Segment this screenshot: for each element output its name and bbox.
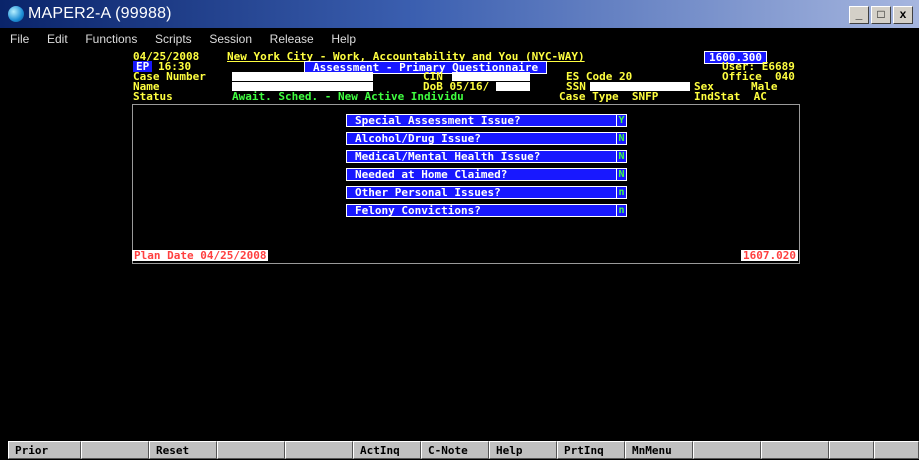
question-row: Needed at Home Claimed? N [346,168,627,181]
question-label: Felony Convictions? [355,204,481,217]
minimize-button[interactable]: _ [849,6,869,24]
actinq-button[interactable]: ActInq [353,441,421,459]
question-label: Medical/Mental Health Issue? [355,150,541,163]
function-key-empty[interactable] [285,441,353,459]
function-key-bar: Prior Reset ActInq C-Note Help PrtInq Mn… [0,441,919,460]
c-note-button[interactable]: C-Note [421,441,489,459]
answer-field[interactable]: N [616,151,626,162]
title-bar[interactable]: MAPER2-A (99988) _ □ x [0,0,919,28]
answer-field[interactable]: n [616,205,626,216]
maximize-button[interactable]: □ [871,6,891,24]
terminal-screen: 04/25/2008 New York City - Work, Account… [0,46,919,438]
question-label: Needed at Home Claimed? [355,168,508,181]
indstat: IndStat AC [694,90,767,103]
prtinq-button[interactable]: PrtInq [557,441,625,459]
answer-field[interactable]: N [616,133,626,144]
answer-field[interactable]: Y [616,115,626,126]
function-key-empty[interactable] [829,441,874,459]
window-controls: _ □ x [849,6,913,24]
question-row: Special Assessment Issue? Y [346,114,627,127]
answer-field[interactable]: N [616,169,626,180]
help-button[interactable]: Help [489,441,557,459]
reset-button[interactable]: Reset [149,441,217,459]
menu-bar: File Edit Functions Scripts Session Rele… [0,28,919,46]
mnmenu-button[interactable]: MnMenu [625,441,693,459]
app-icon [8,6,24,22]
menu-edit[interactable]: Edit [47,32,68,46]
answer-field[interactable]: n [616,187,626,198]
question-label: Other Personal Issues? [355,186,501,199]
menu-session[interactable]: Session [209,32,252,46]
question-row: Alcohol/Drug Issue? N [346,132,627,145]
questionnaire-panel [132,104,800,264]
window-title: MAPER2-A (99988) [28,5,172,22]
menu-functions[interactable]: Functions [85,32,137,46]
terminal-window: MAPER2-A (99988) _ □ x File Edit Functio… [0,0,919,460]
status-label: Status [133,90,173,103]
panel-code: 1607.020 [741,249,798,262]
plan-date: Plan Date 04/25/2008 [132,249,269,262]
status-value: Await. Sched. - New Active Individu [232,90,464,103]
function-key-empty[interactable] [874,441,919,459]
close-button[interactable]: x [893,6,913,24]
menu-file[interactable]: File [10,32,29,46]
function-key-empty[interactable] [81,441,149,459]
dob-field[interactable] [496,82,530,91]
menu-release[interactable]: Release [270,32,314,46]
menu-help[interactable]: Help [331,32,356,46]
function-key-empty[interactable] [217,441,285,459]
menu-scripts[interactable]: Scripts [155,32,192,46]
question-label: Special Assessment Issue? [355,114,521,127]
case-type: Case Type SNFP [559,90,659,103]
function-key-empty[interactable] [693,441,761,459]
question-row: Other Personal Issues? n [346,186,627,199]
function-key-empty[interactable] [761,441,829,459]
case-number-field[interactable] [232,72,373,81]
question-label: Alcohol/Drug Issue? [355,132,481,145]
prior-button[interactable]: Prior [8,441,81,459]
question-row: Felony Convictions? n [346,204,627,217]
question-row: Medical/Mental Health Issue? N [346,150,627,163]
